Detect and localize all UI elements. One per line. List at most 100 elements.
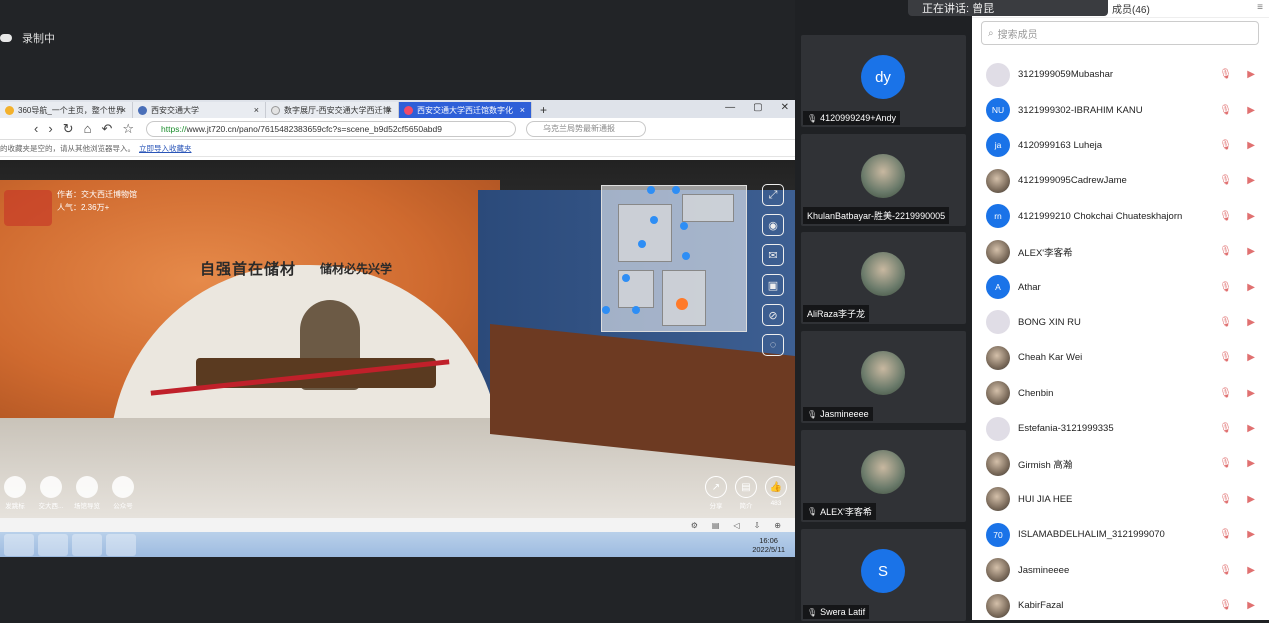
taskbar-app-icon[interactable] (38, 533, 68, 556)
mic-off-icon[interactable]: 🎙 (1219, 246, 1232, 257)
camera-off-icon[interactable]: ▶ (1247, 600, 1255, 611)
member-row[interactable]: 3121999059Mubashar 🎙 ▶ (972, 57, 1269, 92)
intro-button[interactable]: ▤ 简介 (734, 476, 758, 510)
star-icon[interactable]: ☆ (122, 121, 134, 137)
status-icon[interactable]: ⊕ (774, 521, 781, 530)
browser-tab[interactable]: 360导航_一个主页，整个世界 × (0, 102, 133, 118)
gyro-off-icon[interactable]: ⊘ (762, 304, 784, 326)
video-tile[interactable]: AliRaza李子龙 (801, 232, 966, 324)
camera-off-icon[interactable]: ▶ (1247, 175, 1255, 186)
mic-off-icon[interactable]: 🎙 (1219, 494, 1232, 505)
mic-off-icon[interactable]: 🎙 (1219, 600, 1232, 611)
scene-shortcut[interactable]: 场馆导览 (72, 476, 102, 510)
new-tab-button[interactable]: + (540, 102, 547, 118)
mic-off-icon[interactable]: 🎙 (1219, 388, 1232, 399)
member-row[interactable]: Jasmineeee 🎙 ▶ (972, 552, 1269, 587)
camera-off-icon[interactable]: ▶ (1247, 423, 1255, 434)
taskbar-app-icon[interactable] (4, 533, 34, 556)
member-row[interactable]: Estefania-3121999335 🎙 ▶ (972, 411, 1269, 446)
member-search-input[interactable]: ⌕ 搜索成员 (981, 21, 1259, 45)
minimap-hotspot[interactable] (602, 306, 610, 314)
minimap-hotspot[interactable] (682, 252, 690, 260)
minimap-hotspot[interactable] (650, 216, 658, 224)
camera-off-icon[interactable]: ▶ (1247, 140, 1255, 151)
camera-off-icon[interactable]: ▶ (1247, 211, 1255, 222)
mic-off-icon[interactable]: 🎙 (1219, 105, 1232, 116)
camera-off-icon[interactable]: ▶ (1247, 352, 1255, 363)
member-row[interactable]: Chenbin 🎙 ▶ (972, 376, 1269, 411)
browser-tab[interactable]: 数字展厅-西安交通大学西迁博 × (266, 102, 399, 118)
mic-off-icon[interactable]: 🎙 (1219, 458, 1232, 469)
scene-shortcut[interactable]: 发跳标 (0, 476, 30, 510)
scene-shortcut[interactable]: 交大西... (36, 476, 66, 510)
hide-ui-icon[interactable]: ◌ (762, 334, 784, 356)
share-button[interactable]: ↗ 分享 (704, 476, 728, 510)
mic-off-icon[interactable]: 🎙 (1219, 352, 1232, 363)
tab-close-icon[interactable]: × (520, 105, 525, 115)
refresh-icon[interactable]: ↻ (63, 121, 74, 137)
member-row[interactable]: HUI JIA HEE 🎙 ▶ (972, 482, 1269, 517)
status-icon[interactable]: ◁ (733, 521, 739, 530)
member-row[interactable]: ALEX'李客希 🎙 ▶ (972, 234, 1269, 269)
camera-off-icon[interactable]: ▶ (1247, 565, 1255, 576)
mic-off-icon[interactable]: 🎙 (1219, 282, 1232, 293)
camera-off-icon[interactable]: ▶ (1247, 317, 1255, 328)
url-field[interactable]: https://www.jt720.cn/pano/7615482383659c… (146, 120, 517, 137)
maximize-icon[interactable]: ▢ (753, 102, 762, 113)
minimap-hotspot[interactable] (632, 306, 640, 314)
browser-search-box[interactable]: 乌克兰局势最新通报 (526, 120, 647, 137)
mic-off-icon[interactable]: 🎙 (1219, 140, 1232, 151)
browser-tab[interactable]: 西安交通大学 × (133, 102, 266, 118)
video-tile[interactable]: dy 🎙 4120999249+Andy (801, 35, 966, 127)
minimap-hotspot[interactable] (672, 186, 680, 194)
member-row[interactable]: rn 4121999210 Chokchai Chuateskhajorn 🎙 ▶ (972, 199, 1269, 234)
status-icon[interactable]: ⚙ (691, 521, 698, 530)
video-tile[interactable]: S 🎙 Swera Latif (801, 529, 966, 621)
camera-off-icon[interactable]: ▶ (1247, 246, 1255, 257)
taskbar-app-icon[interactable] (72, 533, 102, 556)
close-icon[interactable]: ✕ (781, 102, 789, 113)
tab-close-icon[interactable]: × (387, 105, 392, 115)
camera-off-icon[interactable]: ▶ (1247, 69, 1255, 80)
mic-off-icon[interactable]: 🎙 (1219, 175, 1232, 186)
mic-off-icon[interactable]: 🎙 (1219, 565, 1232, 576)
mic-off-icon[interactable]: 🎙 (1219, 529, 1232, 540)
floor-minimap[interactable] (601, 185, 747, 332)
video-tile[interactable]: 🎙 Jasmineeee (801, 331, 966, 423)
vr-icon[interactable]: ◉ (762, 214, 784, 236)
status-icon[interactable]: ⇩ (754, 521, 761, 530)
video-tile[interactable]: 🎙 ALEX'李客希 (801, 430, 966, 522)
member-row[interactable]: A Athar 🎙 ▶ (972, 269, 1269, 304)
camera-off-icon[interactable]: ▶ (1247, 105, 1255, 116)
message-icon[interactable]: ✉ (762, 244, 784, 266)
minimize-icon[interactable]: — (725, 102, 735, 113)
panorama-viewer[interactable]: 自强首在储材 储材必先兴学 作者：交大西迁博物馆 人气：2.36万+ ⤢ ◉ ✉… (0, 160, 795, 518)
mic-off-icon[interactable]: 🎙 (1219, 211, 1232, 222)
video-tile[interactable]: KhulanBatbayar-胜美-2219990005 (801, 134, 966, 226)
mic-off-icon[interactable]: 🎙 (1219, 69, 1232, 80)
member-row[interactable]: BONG XIN RU 🎙 ▶ (972, 305, 1269, 340)
minimap-hotspot[interactable] (622, 274, 630, 282)
back-icon[interactable]: ‹ (34, 121, 38, 137)
camera-off-icon[interactable]: ▶ (1247, 529, 1255, 540)
status-icon[interactable]: ▤ (712, 521, 720, 530)
forward-icon[interactable]: › (48, 121, 52, 137)
home-icon[interactable]: ⌂ (84, 121, 92, 137)
fullscreen-icon[interactable]: ⤢ (762, 184, 784, 206)
member-row[interactable]: KabirFazal 🎙 ▶ (972, 588, 1269, 623)
member-row[interactable]: Girmish 高瀚 🎙 ▶ (972, 446, 1269, 481)
member-row[interactable]: ja 4120999163 Luheja 🎙 ▶ (972, 128, 1269, 163)
camera-off-icon[interactable]: ▶ (1247, 458, 1255, 469)
undo-icon[interactable]: ↶ (101, 121, 112, 137)
tab-close-icon[interactable]: × (121, 105, 126, 115)
taskbar-app-icon[interactable] (106, 533, 136, 556)
camera-off-icon[interactable]: ▶ (1247, 388, 1255, 399)
member-row[interactable]: 4121999095CadrewJame 🎙 ▶ (972, 163, 1269, 198)
scene-shortcut[interactable]: 公众号 (108, 476, 138, 510)
minimap-hotspot[interactable] (638, 240, 646, 248)
member-row[interactable]: NU 3121999302-IBRAHIM KANU 🎙 ▶ (972, 92, 1269, 127)
tab-close-icon[interactable]: × (254, 105, 259, 115)
import-bookmarks-link[interactable]: 立即导入收藏夹 (139, 143, 192, 154)
camera-off-icon[interactable]: ▶ (1247, 494, 1255, 505)
like-button[interactable]: 👍 483 (764, 476, 788, 510)
